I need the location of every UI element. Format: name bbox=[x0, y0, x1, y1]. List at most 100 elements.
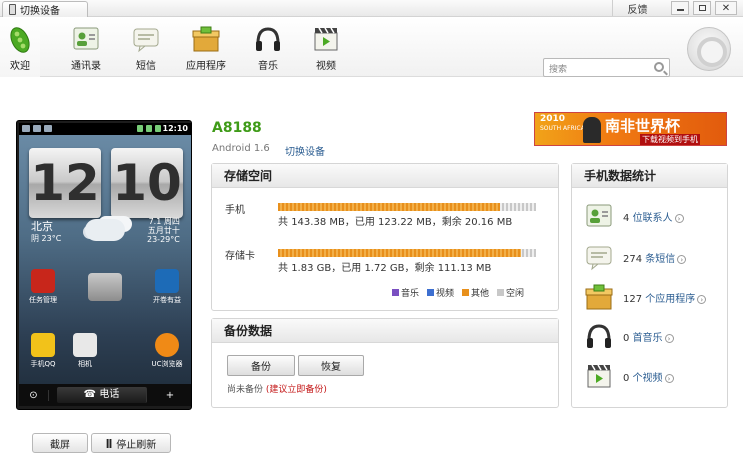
backup-button[interactable]: 备份 bbox=[227, 355, 295, 376]
widget-icon bbox=[88, 273, 122, 301]
notification-icons bbox=[22, 125, 52, 132]
restore-button[interactable]: 恢复 bbox=[298, 355, 364, 376]
phone-screen[interactable]: 12:10 12 10 北京 阴 23°C 7.1 周四 五月廿十 23-29°… bbox=[19, 123, 191, 406]
app-reader: 开卷有益 bbox=[147, 269, 187, 305]
contacts-icon bbox=[584, 202, 614, 230]
storage-legend: 音乐 视频 其他 空闲 bbox=[392, 286, 524, 299]
total-label: 共 bbox=[278, 217, 288, 228]
tab-music[interactable]: 音乐 bbox=[240, 17, 296, 77]
dock-call-label: 电话 bbox=[99, 389, 120, 400]
stat-contacts[interactable]: 4 位联系人 › bbox=[584, 201, 684, 231]
headphones-icon bbox=[584, 322, 614, 350]
switch-device-tab[interactable]: 切换设备 bbox=[2, 1, 88, 17]
stat-label[interactable]: 条短信 bbox=[645, 254, 675, 265]
weather-date: 7.1 周四 五月廿十 23-29°C bbox=[147, 217, 180, 244]
feedback-button[interactable]: 反馈 bbox=[612, 0, 662, 16]
tab-apps[interactable]: 应用程序 bbox=[176, 17, 236, 77]
backup-status: 尚未备份 (建议立即备份) bbox=[227, 382, 327, 395]
sms-icon bbox=[131, 25, 161, 53]
arrow-icon[interactable]: › bbox=[664, 333, 674, 343]
app-camera-label: 相机 bbox=[78, 360, 92, 368]
stat-apps[interactable]: 127 个应用程序 › bbox=[584, 282, 707, 312]
arrow-icon[interactable]: › bbox=[664, 373, 674, 383]
stat-label[interactable]: 个视频 bbox=[633, 373, 663, 384]
widget-placeholder bbox=[85, 273, 125, 303]
sd-storage-bar bbox=[278, 249, 536, 257]
connection-status-icon[interactable] bbox=[687, 27, 731, 71]
switch-device-tab-label: 切换设备 bbox=[20, 6, 60, 17]
total-label: 共 bbox=[278, 263, 288, 274]
phone-storage-label: 手机 bbox=[225, 205, 245, 216]
tab-sms[interactable]: 短信 bbox=[118, 17, 174, 77]
sd-storage-used-fill bbox=[278, 249, 521, 257]
phone-used: 123.22 MB bbox=[378, 217, 432, 228]
legend-label: 空闲 bbox=[506, 289, 525, 299]
weather-temp: 阴 23°C bbox=[31, 234, 62, 243]
stat-sms[interactable]: 274 条短信 › bbox=[584, 242, 687, 272]
stat-sms-text: 274 条短信 › bbox=[623, 250, 687, 265]
stat-label[interactable]: 位联系人 bbox=[633, 213, 673, 224]
app-uc-browser: UC浏览器 bbox=[147, 333, 187, 369]
video-icon bbox=[584, 362, 614, 390]
backup-now-link[interactable]: (建议立即备份) bbox=[266, 385, 327, 395]
penguin-icon bbox=[31, 333, 55, 357]
storage-title: 存储空间 bbox=[212, 164, 558, 188]
used-label: 已用 bbox=[341, 263, 362, 274]
search-icon[interactable] bbox=[654, 62, 664, 72]
legend-video: 视频 bbox=[427, 286, 454, 299]
backup-title: 备份数据 bbox=[212, 319, 558, 343]
reader-icon bbox=[155, 269, 179, 293]
sd-storage-info: 共 1.83 GB，已用 1.72 GB，剩余 111.13 MB bbox=[278, 263, 492, 274]
clock-hour: 12 bbox=[29, 148, 101, 218]
phone-clock: 12:10 bbox=[162, 124, 188, 133]
app-uc-browser-label: UC浏览器 bbox=[151, 360, 183, 368]
arrow-icon[interactable]: › bbox=[677, 254, 687, 264]
stat-label[interactable]: 个应用程序 bbox=[645, 294, 695, 305]
app-qq-label: 手机QQ bbox=[30, 360, 56, 368]
stat-count: 0 bbox=[623, 372, 630, 384]
stop-refresh-button[interactable]: ǁ 停止刷新 bbox=[91, 433, 171, 453]
free-label: 剩余 bbox=[441, 217, 462, 228]
stat-count: 274 bbox=[623, 253, 643, 265]
minimize-icon bbox=[676, 9, 684, 11]
banner-sub: SOUTH AFRICA bbox=[540, 125, 585, 132]
apps-icon bbox=[191, 25, 221, 53]
phone-storage-used-fill bbox=[278, 203, 500, 211]
close-button[interactable]: ✕ bbox=[715, 1, 737, 15]
phone-storage-info: 共 143.38 MB，已用 123.22 MB，剩余 20.16 MB bbox=[278, 217, 513, 228]
video-icon bbox=[311, 25, 341, 53]
headphones-icon bbox=[253, 25, 283, 53]
free-label: 剩余 bbox=[414, 263, 435, 274]
date-line-1: 7.1 周四 bbox=[148, 217, 180, 226]
stat-music-text: 0 首音乐 › bbox=[623, 329, 674, 344]
app-task-manager: 任务管理 bbox=[23, 269, 63, 305]
stat-label[interactable]: 首音乐 bbox=[633, 333, 663, 344]
minimize-button[interactable] bbox=[671, 1, 689, 15]
search-input[interactable]: 搜索 bbox=[543, 58, 670, 77]
stat-music[interactable]: 0 首音乐 › bbox=[584, 321, 674, 351]
tab-welcome[interactable]: 欢迎 bbox=[0, 17, 40, 77]
maximize-icon bbox=[698, 5, 706, 11]
arrow-icon[interactable]: › bbox=[697, 294, 707, 304]
arrow-icon[interactable]: › bbox=[674, 213, 684, 223]
maximize-button[interactable] bbox=[693, 1, 711, 15]
device-os: Android 1.6 bbox=[212, 143, 270, 154]
app-window: 切换设备 反馈 ✕ 欢迎 通讯录 短信 应用程序 音乐 视频 搜索 12:10 … bbox=[0, 0, 743, 460]
player-icon bbox=[583, 117, 601, 143]
sd-storage-label: 存储卡 bbox=[225, 251, 255, 262]
tab-contacts[interactable]: 通讯录 bbox=[58, 17, 114, 77]
phone-total: 143.38 MB bbox=[291, 217, 345, 228]
worldcup-banner[interactable]: 2010 SOUTH AFRICA 南非世界杯 下载视频到手机 bbox=[534, 112, 727, 146]
tab-video[interactable]: 视频 bbox=[298, 17, 354, 77]
legend-label: 其他 bbox=[471, 289, 490, 299]
pause-icon: ǁ bbox=[105, 437, 113, 449]
title-bar: 切换设备 反馈 ✕ bbox=[0, 0, 743, 17]
screenshot-button[interactable]: 截屏 bbox=[32, 433, 88, 453]
switch-device-link[interactable]: 切换设备 bbox=[285, 143, 325, 158]
legend-swatch bbox=[462, 289, 470, 296]
tab-contacts-label: 通讯录 bbox=[71, 61, 101, 72]
stat-video[interactable]: 0 个视频 › bbox=[584, 361, 674, 391]
peapod-icon bbox=[5, 25, 35, 53]
contacts-icon bbox=[71, 25, 101, 53]
app-camera: 相机 bbox=[65, 333, 105, 369]
